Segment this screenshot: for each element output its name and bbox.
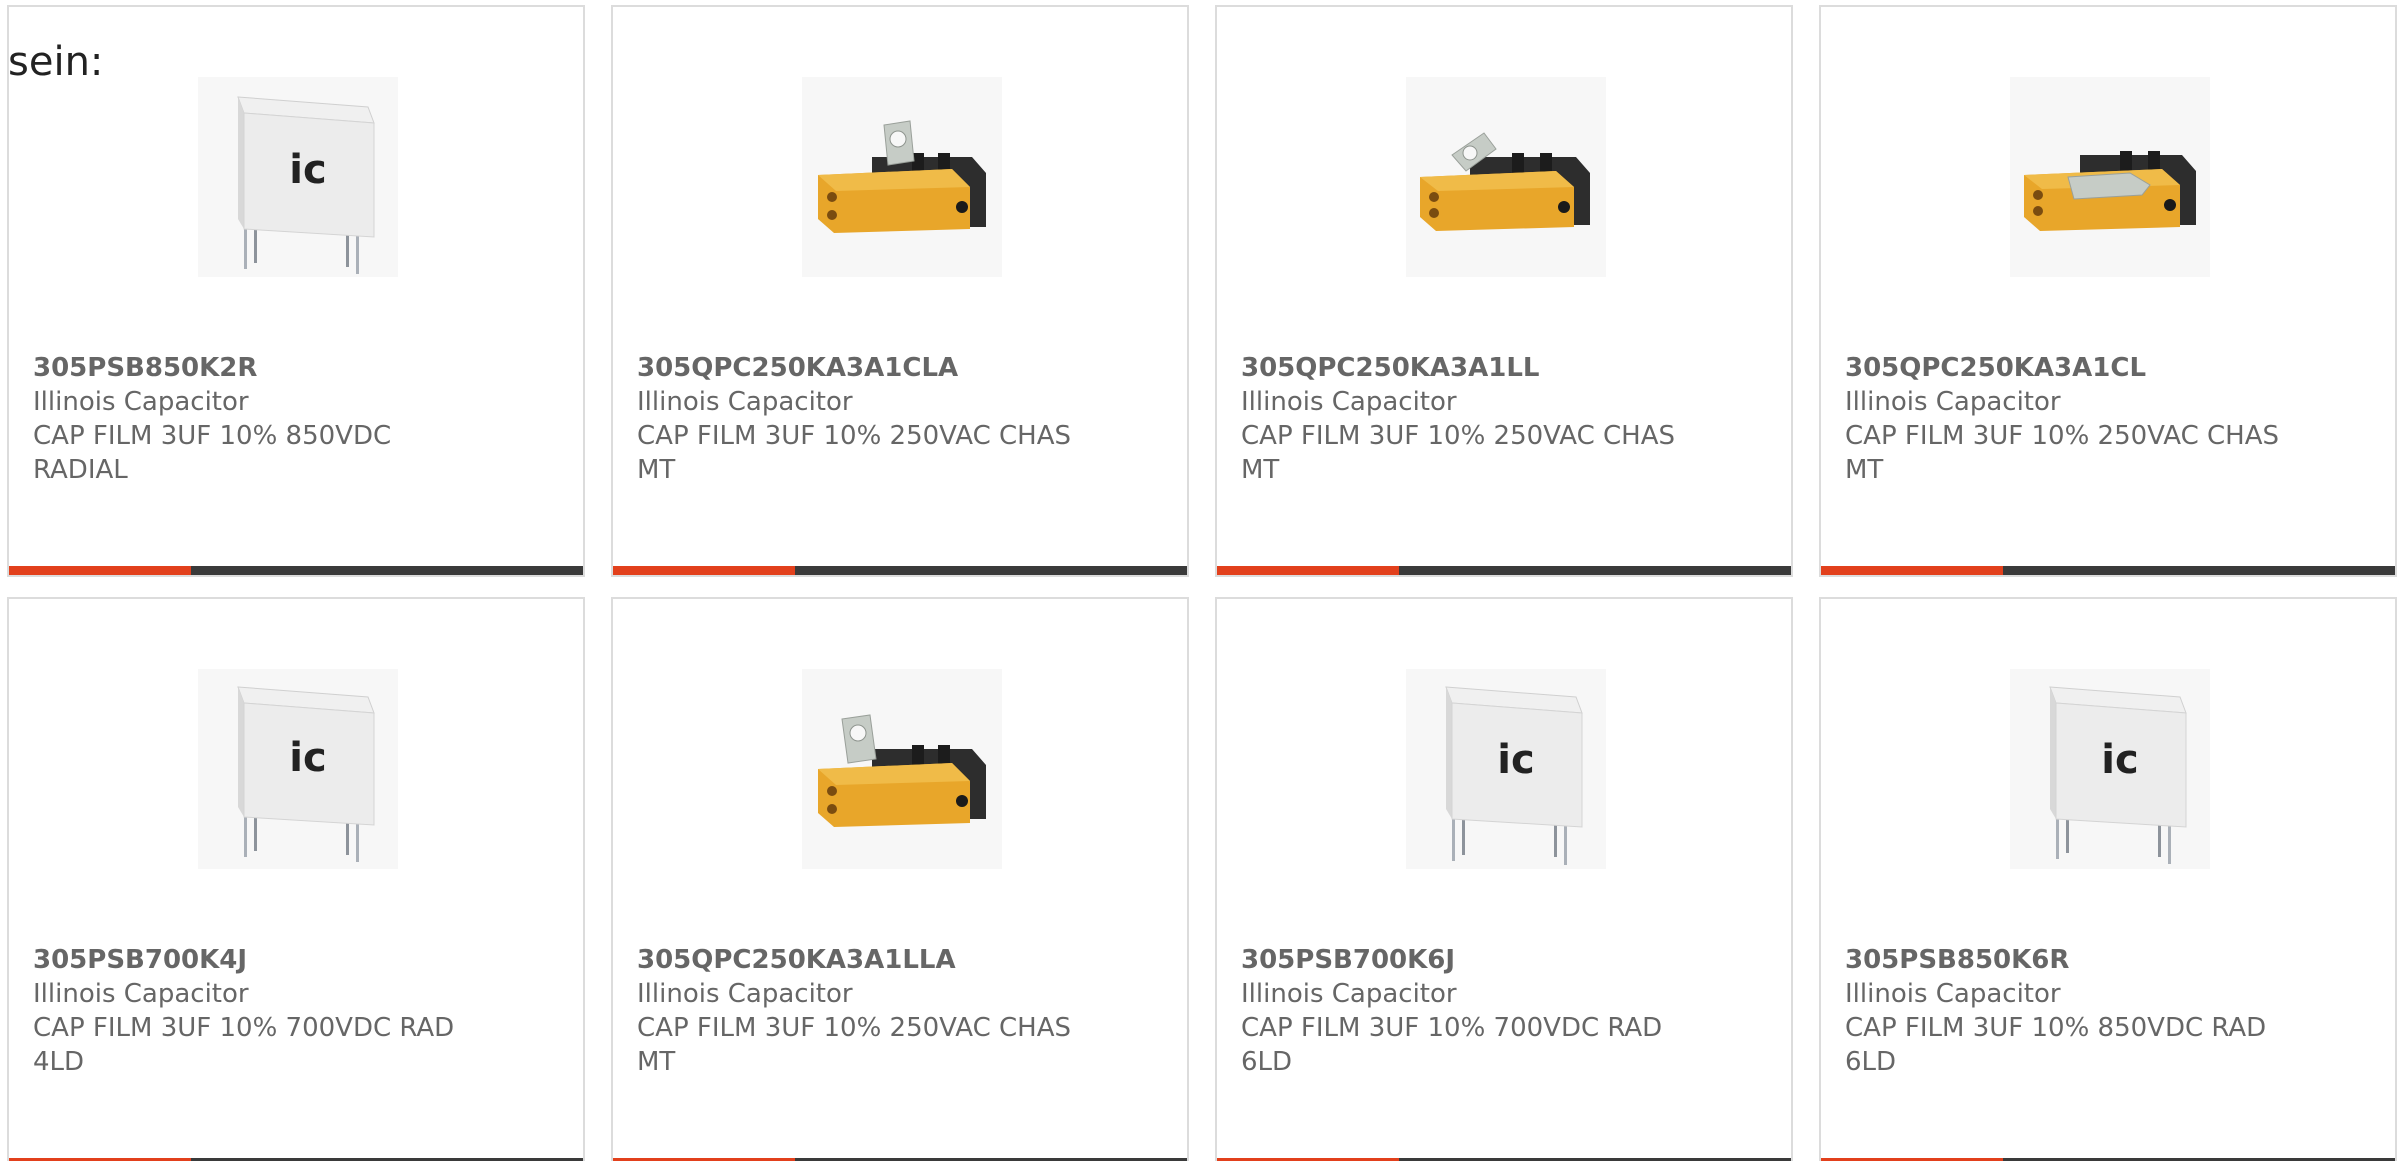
part-number[interactable]: 305QPC250KA3A1LLA — [637, 943, 1137, 977]
card-footer-accent — [9, 566, 191, 575]
part-number[interactable]: 305QPC250KA3A1CL — [1845, 351, 2345, 385]
product-description: CAP FILM 3UF 10% 700VDC RAD 4LD — [33, 1013, 455, 1077]
film-capacitor-radial-icon[interactable]: ic — [1406, 669, 1606, 869]
manufacturer: Illinois Capacitor — [1241, 979, 1457, 1009]
product-description: CAP FILM 3UF 10% 250VAC CHAS MT — [1241, 421, 1676, 485]
part-number[interactable]: 305QPC250KA3A1CLA — [637, 351, 1137, 385]
product-card[interactable]: 305QPC250KA3A1LLA Illinois Capacitor CAP… — [611, 597, 1189, 1161]
product-description: CAP FILM 3UF 10% 250VAC CHAS MT — [637, 1013, 1072, 1077]
product-description: CAP FILM 3UF 10% 250VAC CHAS MT — [637, 421, 1072, 485]
part-number[interactable]: 305PSB700K4J — [33, 943, 533, 977]
product-grid: ic 305PSB850K2R Illinois Capacitor CAP F… — [7, 5, 2400, 1161]
svg-text:ic: ic — [2101, 737, 2138, 783]
card-footer-accent — [1821, 566, 2003, 575]
intro-text: sein: — [8, 39, 104, 85]
page: sein: ic 305PSB850K2R Illinois Capacitor… — [0, 0, 2400, 1161]
manufacturer: Illinois Capacitor — [1845, 979, 2061, 1009]
product-card[interactable]: 305QPC250KA3A1LL Illinois Capacitor CAP … — [1215, 5, 1793, 577]
product-info: 305QPC250KA3A1CLA Illinois Capacitor CAP… — [637, 351, 1137, 487]
card-footer-accent — [1217, 566, 1399, 575]
svg-text:ic: ic — [289, 735, 326, 781]
svg-text:ic: ic — [289, 147, 326, 193]
product-card[interactable]: 305QPC250KA3A1CL Illinois Capacitor CAP … — [1819, 5, 2397, 577]
chassis-mount-capacitor-icon[interactable] — [1406, 77, 1606, 277]
svg-text:ic: ic — [1497, 737, 1534, 783]
product-card[interactable]: ic 305PSB700K6J Illinois Capacitor CAP F… — [1215, 597, 1793, 1161]
film-capacitor-radial-icon[interactable]: ic — [198, 669, 398, 869]
part-number[interactable]: 305QPC250KA3A1LL — [1241, 351, 1741, 385]
card-footer-accent — [613, 566, 795, 575]
chassis-mount-capacitor-icon[interactable] — [802, 77, 1002, 277]
manufacturer: Illinois Capacitor — [637, 979, 853, 1009]
part-number[interactable]: 305PSB850K6R — [1845, 943, 2345, 977]
manufacturer: Illinois Capacitor — [33, 387, 249, 417]
product-info: 305PSB850K2R Illinois Capacitor CAP FILM… — [33, 351, 533, 487]
product-info: 305QPC250KA3A1LLA Illinois Capacitor CAP… — [637, 943, 1137, 1079]
product-info: 305QPC250KA3A1CL Illinois Capacitor CAP … — [1845, 351, 2345, 487]
product-info: 305QPC250KA3A1LL Illinois Capacitor CAP … — [1241, 351, 1741, 487]
product-card[interactable]: ic 305PSB850K2R Illinois Capacitor CAP F… — [7, 5, 585, 577]
product-card[interactable]: ic 305PSB850K6R Illinois Capacitor CAP F… — [1819, 597, 2397, 1161]
product-description: CAP FILM 3UF 10% 850VDC RADIAL — [33, 421, 392, 485]
chassis-mount-capacitor-icon[interactable] — [802, 669, 1002, 869]
product-info: 305PSB700K4J Illinois Capacitor CAP FILM… — [33, 943, 533, 1079]
film-capacitor-radial-icon[interactable]: ic — [198, 77, 398, 277]
manufacturer: Illinois Capacitor — [33, 979, 249, 1009]
product-card[interactable]: 305QPC250KA3A1CLA Illinois Capacitor CAP… — [611, 5, 1189, 577]
product-info: 305PSB850K6R Illinois Capacitor CAP FILM… — [1845, 943, 2345, 1079]
part-number[interactable]: 305PSB850K2R — [33, 351, 533, 385]
product-info: 305PSB700K6J Illinois Capacitor CAP FILM… — [1241, 943, 1741, 1079]
chassis-mount-capacitor-icon[interactable] — [2010, 77, 2210, 277]
product-description: CAP FILM 3UF 10% 850VDC RAD 6LD — [1845, 1013, 2267, 1077]
film-capacitor-radial-icon[interactable]: ic — [2010, 669, 2210, 869]
manufacturer: Illinois Capacitor — [1241, 387, 1457, 417]
product-description: CAP FILM 3UF 10% 700VDC RAD 6LD — [1241, 1013, 1663, 1077]
manufacturer: Illinois Capacitor — [1845, 387, 2061, 417]
part-number[interactable]: 305PSB700K6J — [1241, 943, 1741, 977]
product-description: CAP FILM 3UF 10% 250VAC CHAS MT — [1845, 421, 2280, 485]
product-card[interactable]: ic 305PSB700K4J Illinois Capacitor CAP F… — [7, 597, 585, 1161]
manufacturer: Illinois Capacitor — [637, 387, 853, 417]
